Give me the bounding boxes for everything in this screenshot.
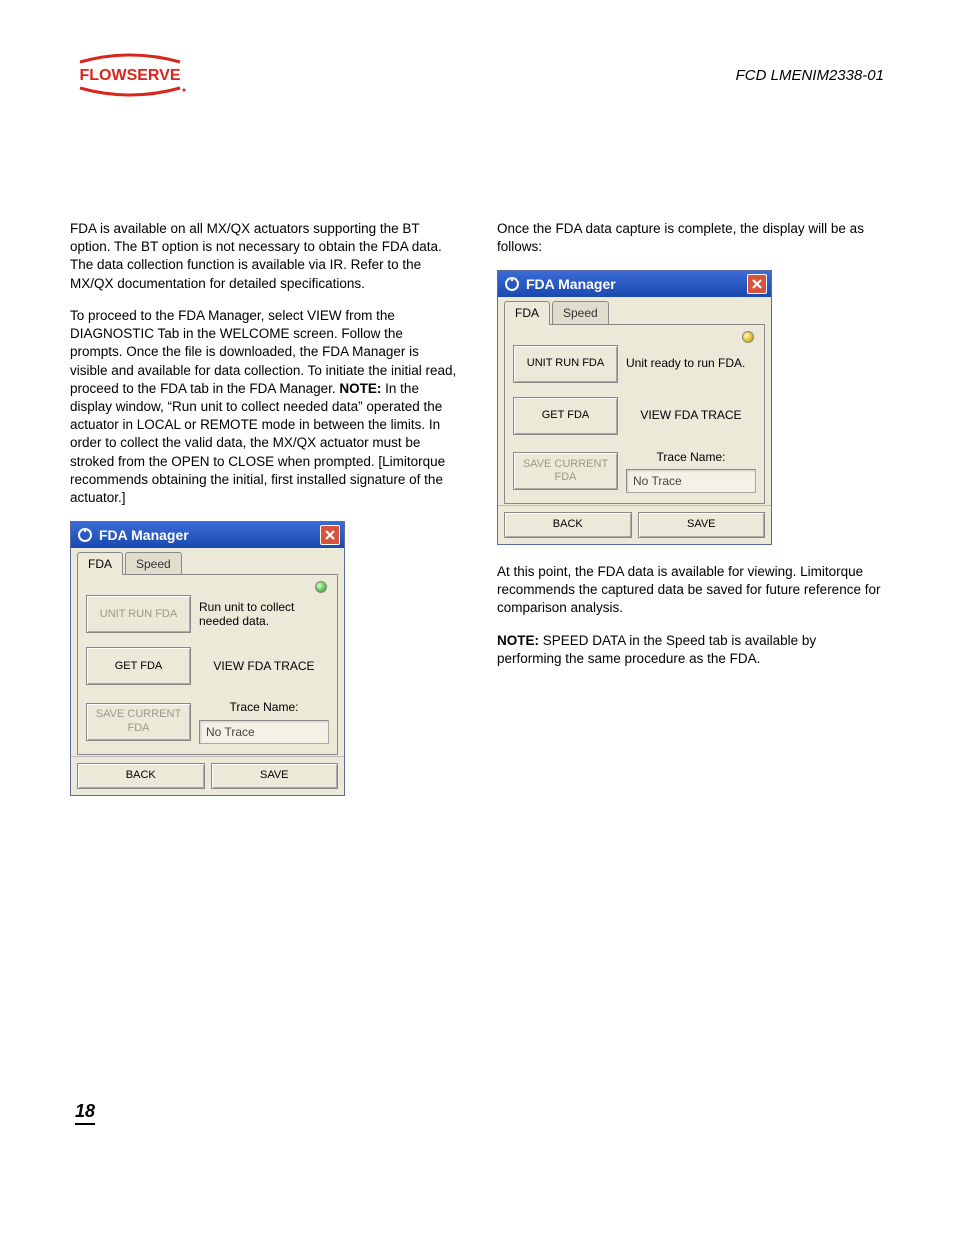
save-current-fda-button: SAVE CURRENT FDA [513, 452, 618, 490]
paragraph: To proceed to the FDA Manager, select VI… [70, 307, 457, 507]
titlebar: FDA Manager [498, 271, 771, 297]
app-icon [504, 276, 520, 292]
tab-fda[interactable]: FDA [77, 552, 123, 575]
status-message: Run unit to collect needed data. [199, 600, 329, 629]
svg-text:FLOWSERVE: FLOWSERVE [79, 67, 180, 84]
tab-strip: FDA Speed [71, 548, 344, 575]
trace-name-label: Trace Name: [199, 699, 329, 715]
app-icon [77, 527, 93, 543]
trace-name-field[interactable]: No Trace [199, 720, 329, 744]
flowserve-logo: FLOWSERVE [70, 50, 190, 100]
trace-name-field[interactable]: No Trace [626, 469, 756, 493]
paragraph: At this point, the FDA data is available… [497, 563, 884, 618]
close-button[interactable] [747, 274, 767, 294]
back-button[interactable]: BACK [77, 763, 205, 789]
view-fda-trace-label: VIEW FDA TRACE [626, 408, 756, 422]
save-current-fda-button: SAVE CURRENT FDA [86, 703, 191, 741]
document-id: FCD LMENIM2338-01 [736, 67, 884, 84]
status-led-icon [742, 331, 754, 343]
status-message: Unit ready to run FDA. [626, 356, 756, 370]
get-fda-button[interactable]: GET FDA [513, 397, 618, 435]
paragraph: FDA is available on all MX/QX actuators … [70, 220, 457, 293]
close-button[interactable] [320, 525, 340, 545]
page-number: 18 [75, 1101, 95, 1125]
get-fda-button[interactable]: GET FDA [86, 647, 191, 685]
unit-run-fda-button[interactable]: UNIT RUN FDA [513, 345, 618, 383]
view-fda-trace-label: VIEW FDA TRACE [199, 659, 329, 673]
window-title: FDA Manager [526, 275, 616, 294]
tab-speed[interactable]: Speed [552, 301, 609, 324]
save-button[interactable]: SAVE [638, 512, 766, 538]
titlebar: FDA Manager [71, 522, 344, 548]
tab-strip: FDA Speed [498, 297, 771, 324]
status-led-icon [315, 581, 327, 593]
unit-run-fda-button: UNIT RUN FDA [86, 595, 191, 633]
fda-manager-window-before: FDA Manager FDA Speed UNIT RUN FDA Run u… [70, 521, 345, 796]
tab-speed[interactable]: Speed [125, 552, 182, 575]
paragraph: NOTE: SPEED DATA in the Speed tab is ava… [497, 632, 884, 668]
save-button[interactable]: SAVE [211, 763, 339, 789]
trace-name-label: Trace Name: [626, 449, 756, 465]
window-title: FDA Manager [99, 526, 189, 545]
fda-manager-window-after: FDA Manager FDA Speed UNIT RUN FDA Unit … [497, 270, 772, 545]
tab-fda[interactable]: FDA [504, 301, 550, 324]
paragraph: Once the FDA data capture is complete, t… [497, 220, 884, 256]
back-button[interactable]: BACK [504, 512, 632, 538]
